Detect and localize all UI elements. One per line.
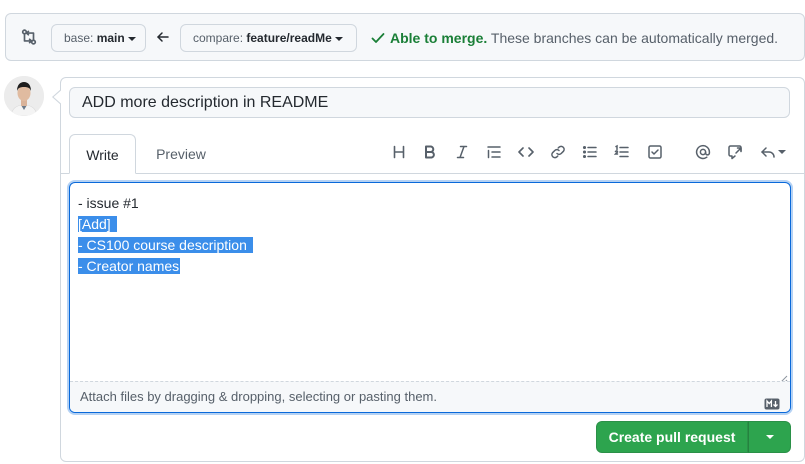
code-icon[interactable]: [516, 142, 536, 162]
comment-pointer: [52, 89, 61, 105]
reply-icon[interactable]: [757, 142, 789, 162]
arrow-left-icon: [156, 30, 170, 44]
tab-write[interactable]: Write: [69, 134, 136, 174]
attach-hint: Attach files by dragging & dropping, sel…: [80, 389, 437, 404]
merge-status: Able to merge. These branches can be aut…: [370, 30, 778, 46]
markdown-icon[interactable]: [764, 391, 780, 410]
attach-files-bar[interactable]: Attach files by dragging & dropping, sel…: [70, 381, 790, 412]
git-compare-icon: [20, 28, 38, 46]
body-line: - issue #1: [78, 195, 139, 211]
chevron-down-icon: [778, 150, 786, 154]
body-line-selected: - Creator names: [78, 258, 181, 274]
create-options-button[interactable]: [748, 421, 791, 453]
compare-branch-select[interactable]: compare: feature/readMe: [180, 24, 357, 52]
compare-prefix: compare:: [193, 31, 244, 45]
quote-icon[interactable]: [484, 142, 504, 162]
resize-handle-icon[interactable]: [778, 371, 788, 384]
bold-icon[interactable]: [420, 142, 440, 162]
base-branch-select[interactable]: base: main: [51, 24, 146, 52]
tab-preview[interactable]: Preview: [145, 134, 217, 174]
create-pull-request-button[interactable]: Create pull request: [596, 421, 748, 453]
pr-body-textarea[interactable]: - issue #1 [Add] - CS100 course descript…: [69, 182, 791, 413]
link-icon[interactable]: [548, 142, 568, 162]
pr-body-text: - issue #1 [Add] - CS100 course descript…: [78, 193, 253, 277]
merge-ok-text: Able to merge.: [390, 30, 488, 46]
chevron-down-icon: [334, 36, 343, 41]
mention-icon[interactable]: [693, 142, 713, 162]
compare-bar: base: main compare: feature/readMe Able …: [5, 13, 805, 61]
chevron-down-icon: [765, 435, 774, 439]
task-list-icon[interactable]: [645, 142, 665, 162]
body-line-selected: [Add]: [78, 214, 253, 235]
check-icon: [370, 30, 386, 46]
reference-icon[interactable]: [725, 142, 745, 162]
unordered-list-icon[interactable]: [580, 142, 600, 162]
italic-icon[interactable]: [452, 142, 472, 162]
base-branch-name: main: [96, 31, 125, 45]
base-prefix: base:: [64, 31, 94, 45]
compare-branch-name: feature/readMe: [246, 31, 332, 45]
body-line-selected: - CS100 course description: [78, 235, 253, 256]
heading-icon[interactable]: [389, 142, 409, 162]
avatar[interactable]: [4, 76, 44, 116]
ordered-list-icon[interactable]: [612, 142, 632, 162]
pr-title-input[interactable]: ADD more description in README: [69, 87, 790, 118]
merge-detail-text: These branches can be automatically merg…: [487, 30, 779, 46]
chevron-down-icon: [127, 36, 136, 41]
